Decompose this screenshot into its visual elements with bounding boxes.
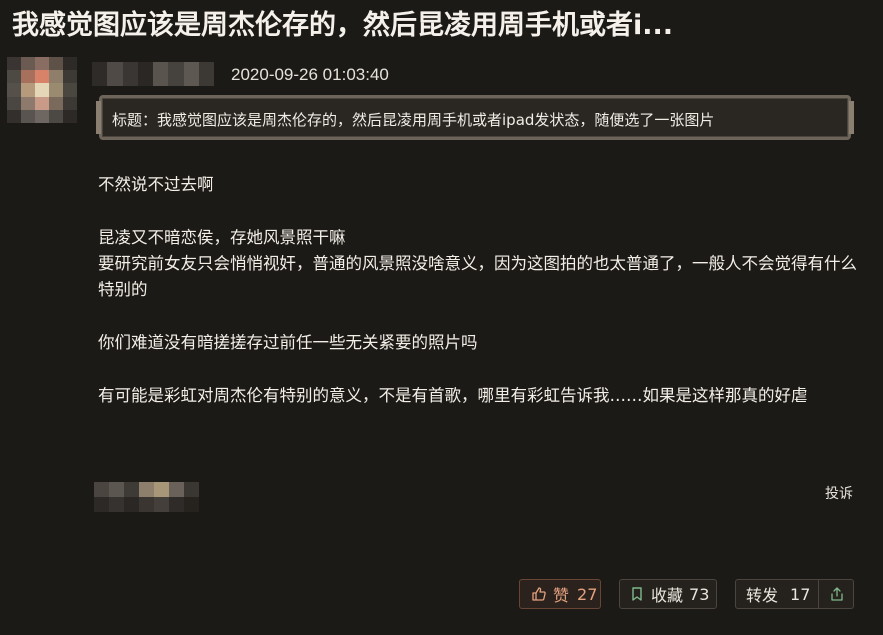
post-title: 我感觉图应该是周杰伦存的，然后昆凌用周手机或者i...: [12, 10, 674, 41]
paragraph: 有可能是彩虹对周杰伦有特别的意义，不是有首歌，哪里有彩虹告诉我……如果是这样那真…: [98, 386, 808, 405]
report-link[interactable]: 投诉: [825, 483, 853, 503]
like-label: 赞: [553, 586, 570, 605]
avatar[interactable]: [7, 57, 77, 123]
share-divider: [818, 579, 820, 609]
footer-user-mosaic: [94, 482, 199, 512]
subject-box: 标题：我感觉图应该是周杰伦存的，然后昆凌用周手机或者ipad发状态，随便选了一张…: [96, 95, 854, 140]
share-count: 17: [790, 584, 811, 604]
thumbs-up-icon: [531, 586, 547, 602]
share-arrow-icon[interactable]: [829, 586, 845, 602]
paragraph: 昆凌又不暗恋侯，存她风景照干嘛 要研究前女友只会悄悄视奸，普通的风景照没啥意义，…: [98, 228, 857, 299]
favorite-button[interactable]: 收藏 73: [619, 579, 717, 609]
paragraph: 不然说不过去啊: [98, 175, 214, 194]
share-button[interactable]: 转发 17: [735, 579, 854, 609]
post-content: 不然说不过去啊 昆凌又不暗恋侯，存她风景照干嘛 要研究前女友只会悄悄视奸，普通的…: [98, 172, 858, 409]
share-label: 转发: [746, 586, 779, 605]
like-button[interactable]: 赞 27: [519, 579, 601, 609]
like-count: 27: [577, 584, 598, 604]
subject-text: 标题：我感觉图应该是周杰伦存的，然后昆凌用周手机或者ipad发状态，随便选了一张…: [112, 111, 715, 129]
favorite-count: 73: [689, 584, 710, 604]
post-timestamp: 2020-09-26 01:03:40: [231, 65, 389, 84]
paragraph: 你们难道没有暗搓搓存过前任一些无关紧要的照片吗: [98, 333, 478, 352]
favorite-label: 收藏: [651, 586, 684, 605]
bookmark-icon: [629, 586, 645, 602]
username[interactable]: [92, 62, 214, 86]
